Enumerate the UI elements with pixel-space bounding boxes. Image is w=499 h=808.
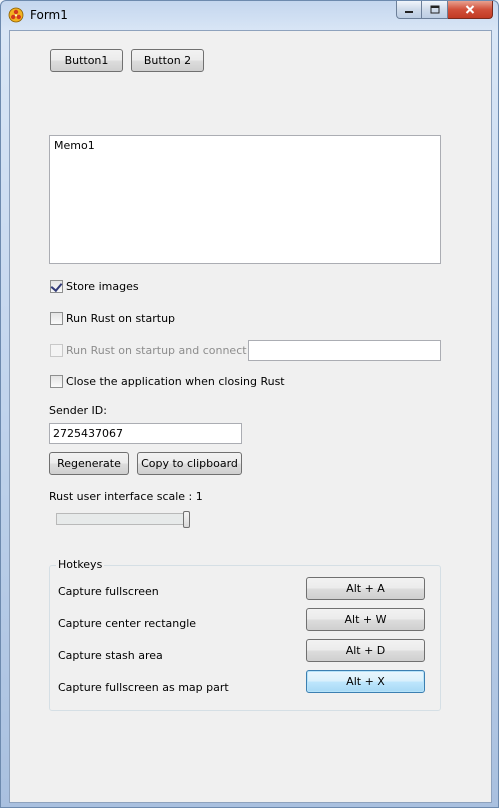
hotkey-label-capture-fullscreen: Capture fullscreen: [58, 585, 159, 598]
maximize-button[interactable]: [422, 1, 448, 19]
minimize-button[interactable]: [396, 1, 422, 19]
ui-scale-trackbar[interactable]: [56, 511, 192, 528]
trackbar-track[interactable]: [56, 513, 188, 525]
copy-to-clipboard-button[interactable]: Copy to clipboard: [137, 452, 242, 475]
sender-id-input[interactable]: [49, 423, 242, 444]
run-on-startup-check[interactable]: [50, 312, 63, 325]
button2[interactable]: Button 2: [131, 49, 204, 72]
close-app-checkbox[interactable]: Close the application when closing Rust: [50, 375, 285, 388]
maximize-icon: [430, 5, 439, 14]
close-button[interactable]: [448, 1, 493, 19]
ui-scale-label: Rust user interface scale : 1: [49, 490, 203, 503]
hotkey-button-capture-map-part[interactable]: Alt + X: [306, 670, 425, 693]
run-and-connect-checkbox: Run Rust on startup and connect to :: [50, 344, 268, 357]
store-images-label: Store images: [66, 280, 139, 293]
store-images-check[interactable]: [50, 279, 63, 293]
sender-id-label: Sender ID:: [49, 404, 107, 417]
close-app-check[interactable]: [50, 375, 63, 388]
caption-buttons: [396, 1, 493, 20]
run-on-startup-checkbox[interactable]: Run Rust on startup: [50, 312, 175, 325]
trackbar-thumb[interactable]: [183, 511, 190, 528]
memo-textarea[interactable]: Memo1: [49, 135, 441, 264]
close-icon: [465, 5, 475, 14]
close-app-label: Close the application when closing Rust: [66, 375, 285, 388]
title-bar[interactable]: Form1: [1, 1, 498, 29]
hotkey-label-capture-center-rectangle: Capture center rectangle: [58, 617, 197, 630]
window-title: Form1: [30, 8, 68, 22]
minimize-icon: [405, 10, 413, 13]
hotkey-label-capture-map-part: Capture fullscreen as map part: [58, 681, 229, 694]
button1[interactable]: Button1: [50, 49, 123, 72]
app-window: Form1 Button1 Button 2 Memo1 Store image…: [0, 0, 499, 808]
run-and-connect-label: Run Rust on startup and connect to :: [66, 344, 269, 357]
app-logo-icon: [8, 7, 24, 23]
regenerate-button[interactable]: Regenerate: [49, 452, 129, 475]
hotkey-button-capture-center-rectangle[interactable]: Alt + W: [306, 608, 425, 631]
hotkey-button-capture-stash-area[interactable]: Alt + D: [306, 639, 425, 662]
connect-to-input[interactable]: [248, 340, 441, 361]
hotkeys-title: Hotkeys: [56, 558, 105, 571]
run-and-connect-check: [50, 344, 63, 357]
hotkey-label-capture-stash-area: Capture stash area: [58, 649, 163, 662]
hotkeys-groupbox: Hotkeys Capture fullscreen Alt + A Captu…: [49, 558, 441, 711]
store-images-checkbox[interactable]: Store images: [50, 279, 139, 293]
run-on-startup-label: Run Rust on startup: [66, 312, 176, 325]
form-client-area: Button1 Button 2 Memo1 Store images Run …: [9, 30, 492, 803]
checkmark-icon: [50, 279, 63, 293]
hotkey-button-capture-fullscreen[interactable]: Alt + A: [306, 577, 425, 600]
